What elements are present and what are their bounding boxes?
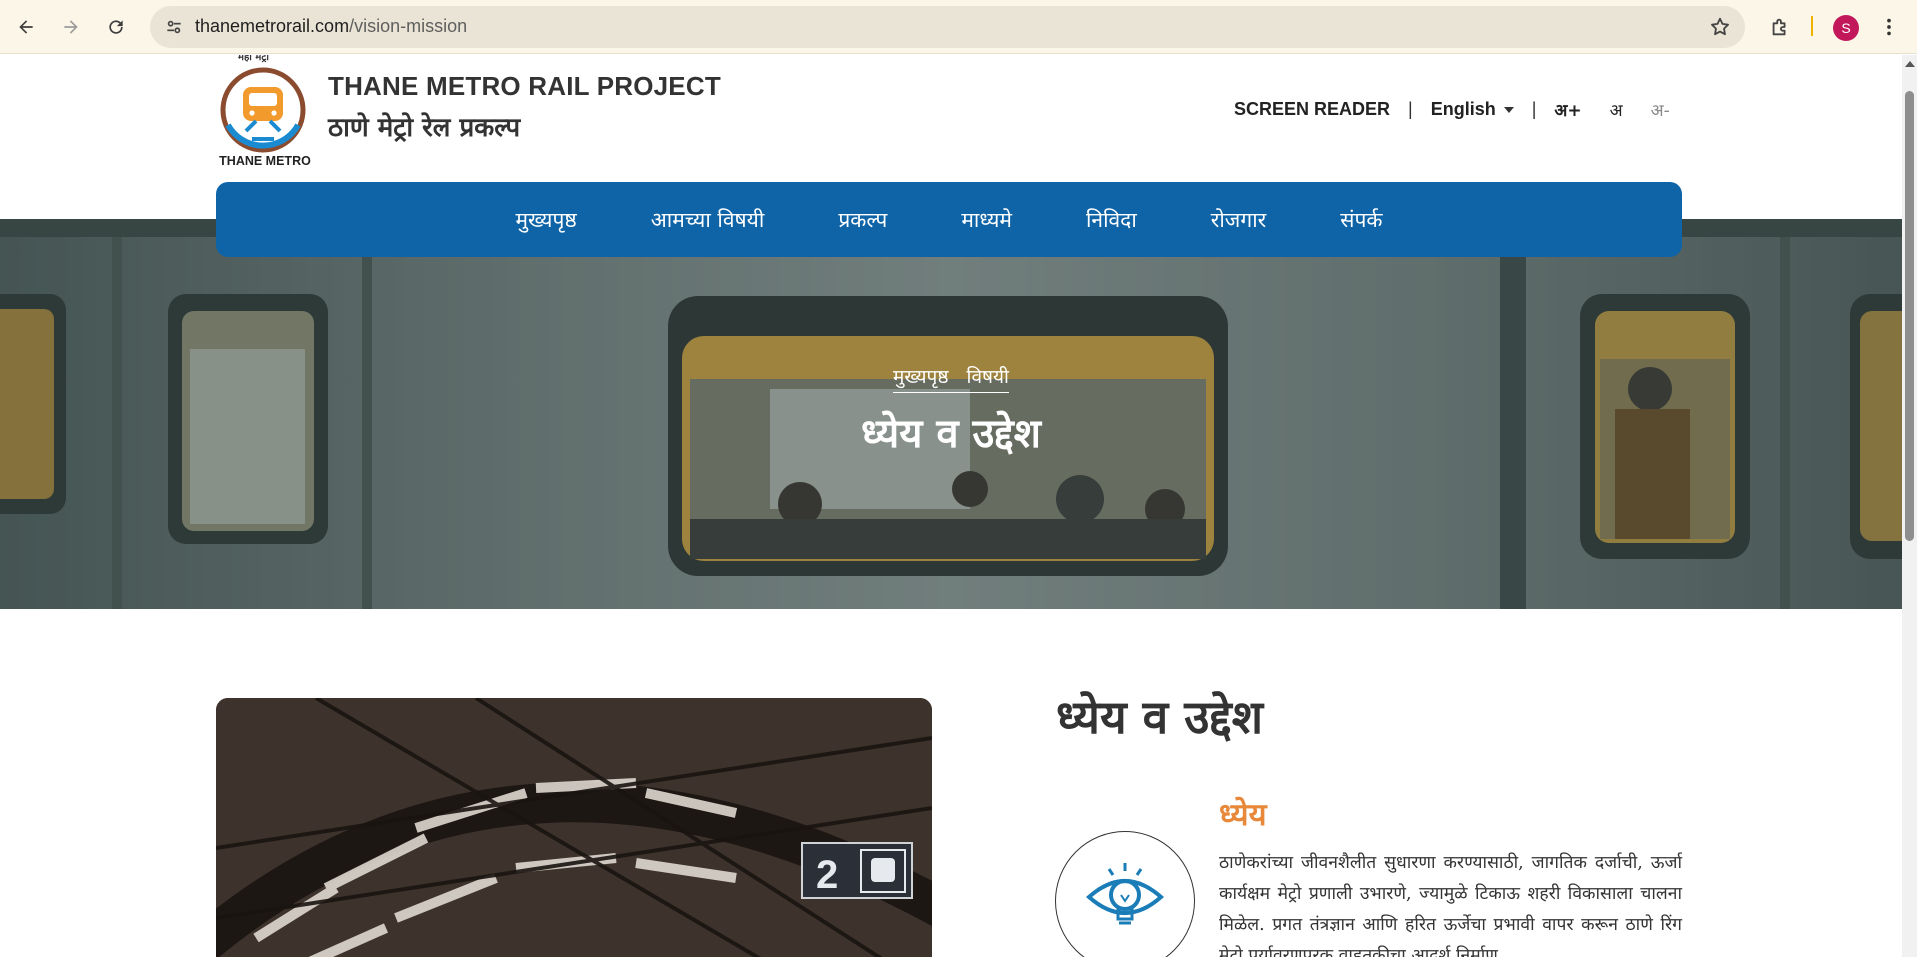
scroll-up-arrow-icon[interactable] <box>1905 61 1915 67</box>
logo-bottom-text: THANE METRO <box>219 154 311 168</box>
toolbar-divider <box>1811 16 1813 36</box>
language-label: English <box>1430 98 1496 119</box>
vision-paragraph: ठाणेकरांच्या जीवनशैलीत सुधारणा करण्यासाठ… <box>1219 853 1682 957</box>
nav-item-contact[interactable]: संपर्क <box>1340 206 1382 234</box>
nav-item-careers[interactable]: रोजगार <box>1211 206 1266 234</box>
back-icon[interactable] <box>11 12 41 42</box>
browser-menu-icon[interactable] <box>1874 12 1904 42</box>
platform-sign-number: 2 <box>816 853 838 897</box>
brand-title-english: THANE METRO RAIL PROJECT <box>328 71 721 101</box>
url-domain: thanemetrorail.com <box>195 16 350 36</box>
accessibility-bar: SCREEN READER | English | अ+ अ अ- <box>1234 97 1670 121</box>
main-navigation: मुख्यपृष्ठ आमच्या विषयी प्रकल्प माध्यमे … <box>216 182 1682 257</box>
nav-item-media[interactable]: माध्यमे <box>961 206 1012 234</box>
url-path: /vision-mission <box>349 16 468 36</box>
breadcrumb-current: विषयी <box>966 366 1009 388</box>
bookmark-star-icon[interactable] <box>1709 16 1731 42</box>
thane-metro-logo[interactable]: महा मेट्रो THANE METRO <box>216 55 312 170</box>
hero-banner: मुख्यपृष्ठ विषयी ध्येय व उद्देश <box>0 219 1902 609</box>
caret-down-icon <box>1503 106 1514 113</box>
section-title: ध्येय व उद्देश <box>1056 690 1264 744</box>
font-normal-button[interactable]: अ <box>1610 98 1623 121</box>
nav-item-project[interactable]: प्रकल्प <box>838 206 887 234</box>
page-viewport: महा मेट्रो THANE METRO THANE METRO RAIL … <box>0 55 1902 957</box>
language-dropdown[interactable]: English <box>1431 99 1514 120</box>
brand-title-marathi: ठाणे मेट्रो रेल प्रकल्प <box>328 113 521 143</box>
forward-icon[interactable] <box>56 12 86 42</box>
nav-item-tenders[interactable]: निविदा <box>1086 206 1137 234</box>
font-increase-button[interactable]: अ+ <box>1554 98 1581 121</box>
page-title: ध्येय व उद्देश <box>860 411 1041 457</box>
profile-avatar[interactable]: S <box>1833 15 1859 41</box>
util-separator: | <box>1408 98 1413 119</box>
metro-station-photo: 2 <box>216 698 932 957</box>
screen-reader-link[interactable]: SCREEN READER <box>1234 99 1390 120</box>
scroll-thumb[interactable] <box>1905 91 1914 541</box>
extensions-icon[interactable] <box>1765 12 1795 42</box>
nav-item-about[interactable]: आमच्या विषयी <box>651 206 765 234</box>
breadcrumb: मुख्यपृष्ठ विषयी <box>0 363 1902 393</box>
vision-heading: ध्येय <box>1219 797 1267 833</box>
address-bar[interactable]: thanemetrorail.com/vision-mission <box>150 6 1745 48</box>
url-text[interactable]: thanemetrorail.com/vision-mission <box>195 16 467 37</box>
reload-icon[interactable] <box>101 12 131 42</box>
page-scrollbar[interactable] <box>1902 55 1917 957</box>
site-info-icon[interactable] <box>160 13 188 41</box>
font-decrease-button[interactable]: अ- <box>1651 98 1670 121</box>
browser-toolbar: thanemetrorail.com/vision-mission S <box>0 0 1917 54</box>
vision-icon <box>1055 831 1195 957</box>
util-separator: | <box>1531 98 1537 119</box>
breadcrumb-home-link[interactable]: मुख्यपृष्ठ <box>893 366 948 388</box>
nav-item-home[interactable]: मुख्यपृष्ठ <box>515 206 576 234</box>
